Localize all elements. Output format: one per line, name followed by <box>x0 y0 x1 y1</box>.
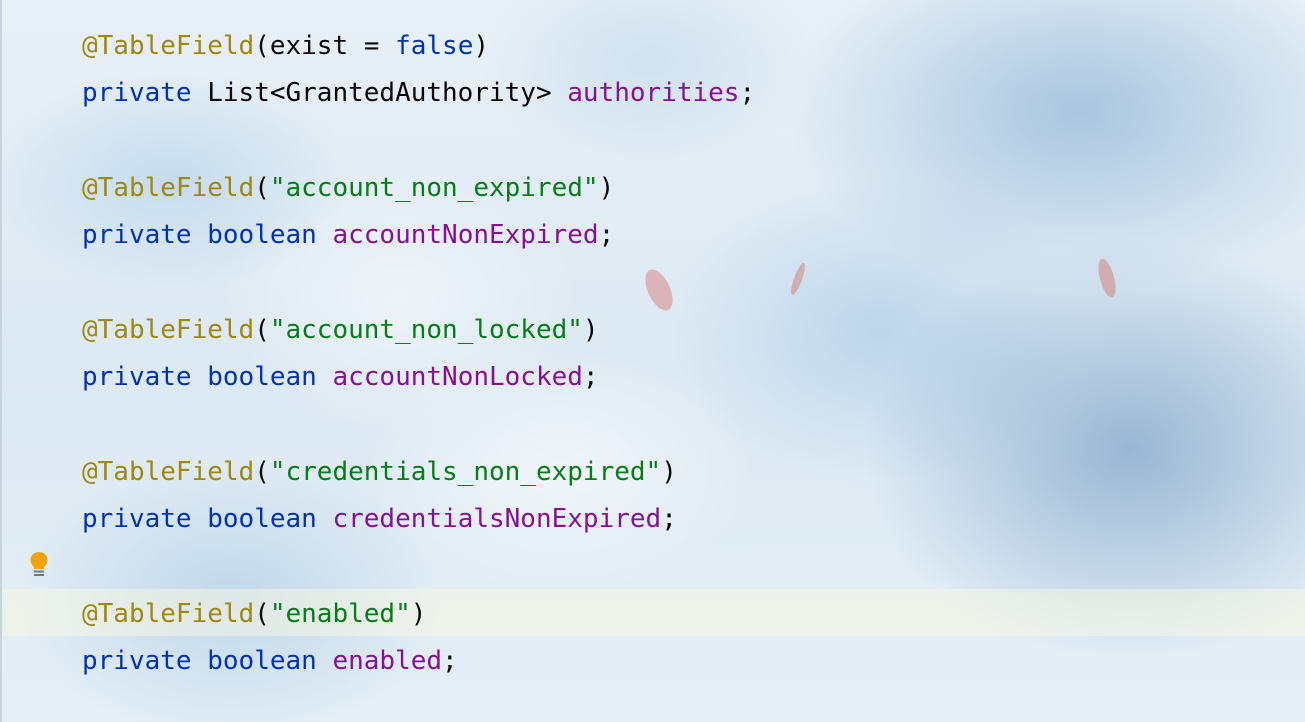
code-token-plain: ( <box>254 314 270 345</box>
code-token-plain: ; <box>582 362 599 393</box>
code-token-string: "enabled" <box>269 598 411 629</box>
code-token-plain: ; <box>739 78 756 109</box>
code-token-string: "account_non_expired" <box>269 172 599 203</box>
code-line[interactable]: private boolean credentialsNonExpired; <box>82 496 677 543</box>
code-line[interactable]: @TableField("enabled") <box>82 591 426 638</box>
code-token-annotation: @TableField <box>82 456 255 487</box>
code-token-plain: ( <box>254 172 270 203</box>
code-line[interactable]: @TableField("account_non_locked") <box>82 307 599 354</box>
code-token-field: authorities <box>567 78 740 109</box>
code-token-keyword: boolean <box>207 645 317 676</box>
background-accent <box>788 261 808 297</box>
code-token-plain: ( <box>254 456 270 487</box>
background-accent <box>639 265 679 315</box>
code-token-plain: ( <box>254 598 270 629</box>
code-token-field: credentialsNonExpired <box>332 504 662 534</box>
code-token-plain: ; <box>661 504 677 534</box>
code-token-keyword: private <box>82 362 192 393</box>
code-token-annotation: @TableField <box>82 598 255 629</box>
code-line[interactable]: @TableField("credentials_non_expired") <box>82 449 677 496</box>
code-token-string: "account_non_locked" <box>269 314 583 345</box>
code-token-annotation: @TableField <box>82 314 255 345</box>
code-line[interactable]: private boolean accountNonLocked; <box>82 354 599 401</box>
code-token-field: enabled <box>332 645 443 676</box>
code-line[interactable]: @TableField(exist = false) <box>82 23 489 70</box>
code-token-plain: List<GrantedAuthority> <box>191 78 568 109</box>
code-token-keyword: private <box>82 78 192 109</box>
lightbulb-icon[interactable] <box>29 551 49 579</box>
code-token-keyword: boolean <box>207 220 317 251</box>
code-token-plain: ) <box>598 172 615 203</box>
code-line[interactable]: private boolean accountNonExpired; <box>82 212 614 259</box>
code-token-plain: (exist = <box>254 31 396 61</box>
code-token-keyword: private <box>82 645 192 676</box>
code-token-plain: ; <box>598 220 615 251</box>
code-token-field: accountNonExpired <box>332 220 599 251</box>
background-accent <box>1095 256 1119 300</box>
code-token-keyword: false <box>395 31 474 61</box>
code-token-keyword: private <box>82 220 192 251</box>
code-token-plain: ) <box>473 31 490 61</box>
code-token-string: "credentials_non_expired" <box>269 456 662 487</box>
code-line[interactable]: private List<GrantedAuthority> authoriti… <box>82 70 755 117</box>
code-token-plain: ) <box>410 598 427 629</box>
code-token-keyword: private <box>82 504 192 534</box>
code-line[interactable]: @TableField("account_non_expired") <box>82 165 614 212</box>
code-token-plain: ) <box>582 314 599 345</box>
code-token-annotation: @TableField <box>82 172 255 203</box>
code-token-plain: ; <box>442 645 458 676</box>
code-token-keyword: boolean <box>207 362 317 393</box>
code-token-keyword: boolean <box>207 504 317 534</box>
code-line[interactable]: private boolean enabled; <box>82 638 458 685</box>
code-token-plain: ) <box>661 456 677 487</box>
code-token-field: accountNonLocked <box>332 362 583 393</box>
code-token-annotation: @TableField <box>82 31 255 61</box>
